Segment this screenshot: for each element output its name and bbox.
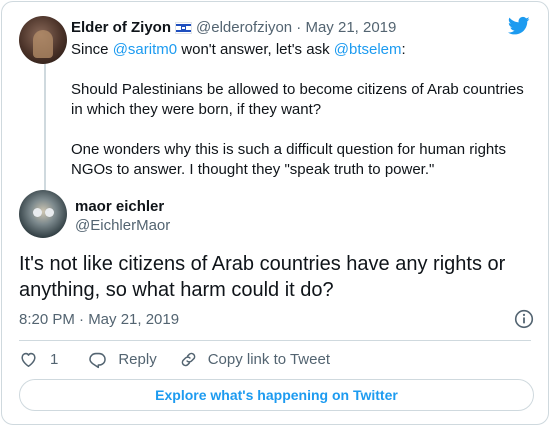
main-tweet-text: It's not like citizens of Arab countries… [19,253,506,301]
israel-flag-icon [175,22,193,34]
main-author-avatar[interactable] [19,190,67,238]
reply-icon [89,352,107,368]
twitter-bird-icon[interactable] [508,16,530,36]
parent-author-name[interactable]: Elder of Ziyon [71,19,171,36]
divider [19,340,531,341]
reply-label: Reply [118,350,157,368]
header-separator: · [296,19,302,36]
main-author-handle[interactable]: @EichlerMaor [75,217,170,235]
mid-text: won't answer, let's ask [177,41,334,58]
reply-button[interactable]: Reply [88,350,157,369]
tweet-timestamp[interactable]: 8:20 PM · May 21, 2019 [19,310,179,330]
like-button[interactable]: 1 [19,350,58,369]
info-icon[interactable] [514,309,534,329]
parent-paragraph-1: Since @saritm0 won't answer, let's ask @… [71,40,531,60]
mention-btselem[interactable]: @btselem [334,41,402,58]
thread-connector-line [44,64,46,192]
tweet-embed-card: Elder of Ziyon @elderofziyon · May 21, 20… [1,1,549,425]
mention-saritm0[interactable]: @saritm0 [113,41,177,58]
parent-paragraph-3: One wonders why this is such a difficult… [71,141,506,178]
explore-twitter-button[interactable]: Explore what's happening on Twitter [19,379,534,411]
avatar-eye [45,208,54,217]
heart-icon [21,352,36,367]
copy-link-label: Copy link to Tweet [207,350,330,368]
link-icon [181,352,196,366]
parent-tweet-date[interactable]: May 21, 2019 [305,19,396,36]
parent-author-handle[interactable]: @elderofziyon [196,19,292,36]
parent-tweet-text: Since @saritm0 won't answer, let's ask @… [71,40,531,200]
parent-paragraph-2: Should Palestinians be allowed to become… [71,81,524,118]
intro-text: Since [71,41,113,58]
parent-author-avatar[interactable] [19,16,67,64]
avatar-figure [33,30,53,58]
parent-tweet-header: Elder of Ziyon @elderofziyon · May 21, 20… [71,18,396,38]
avatar-eye [33,208,42,217]
copy-link-button[interactable]: Copy link to Tweet [179,350,330,369]
colon-text: : [401,41,406,58]
main-author-name[interactable]: maor eichler [75,198,164,216]
tweet-actions: 1 Reply Copy link to Tweet [19,348,330,370]
like-count: 1 [50,350,59,368]
